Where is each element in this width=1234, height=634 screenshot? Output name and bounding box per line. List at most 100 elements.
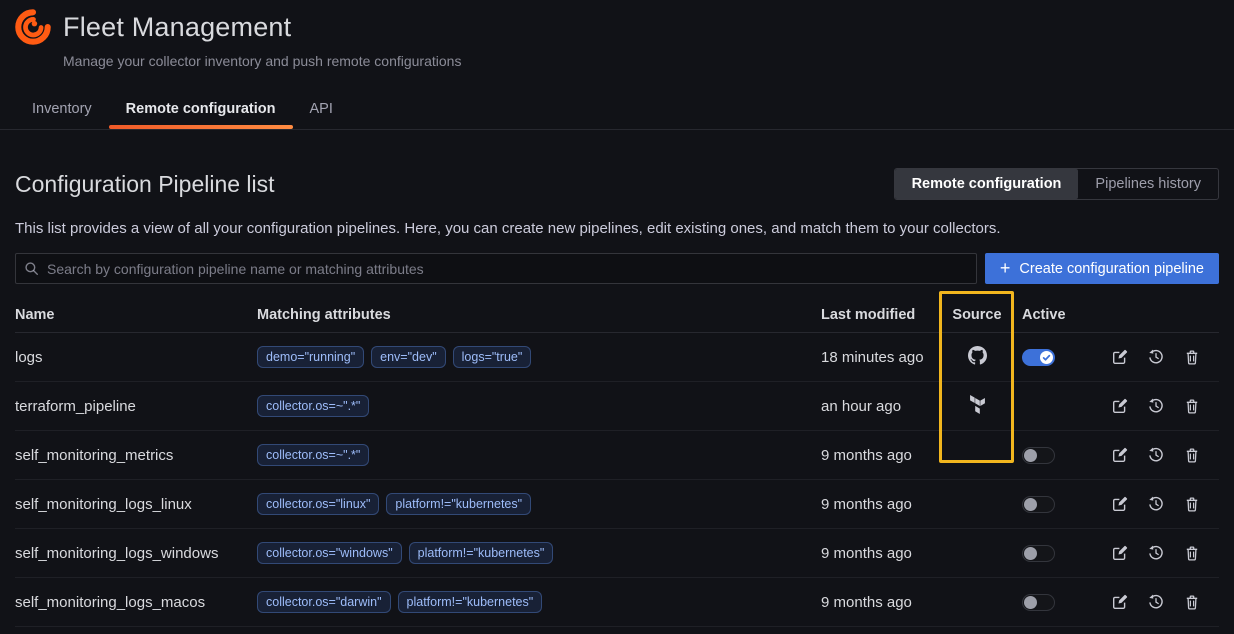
edit-button[interactable] — [1112, 398, 1128, 414]
column-header-last-modified: Last modified — [821, 307, 941, 323]
toggle-knob — [1024, 498, 1037, 511]
terraform-icon — [968, 395, 987, 414]
history-icon — [1148, 398, 1164, 414]
pipeline-name: self_monitoring_logs_linux — [15, 496, 257, 513]
pipeline-name: logs — [15, 349, 257, 366]
row-actions — [1112, 496, 1219, 512]
delete-button[interactable] — [1184, 496, 1200, 512]
toggle-placeholder — [1022, 398, 1055, 415]
last-modified: 18 minutes ago — [821, 349, 941, 366]
matching-attributes: demo="running"env="dev"logs="true" — [257, 346, 821, 368]
trash-icon — [1184, 594, 1200, 610]
trash-icon — [1184, 545, 1200, 561]
history-button[interactable] — [1148, 545, 1164, 561]
edit-icon — [1112, 594, 1128, 610]
column-header-source: Source — [952, 307, 1001, 323]
history-icon — [1148, 447, 1164, 463]
matching-attributes: collector.os=~".*" — [257, 395, 821, 417]
attribute-badge: platform!="kubernetes" — [386, 493, 531, 515]
table-row: self_monitoring_logs_macoscollector.os="… — [15, 578, 1219, 627]
tab-bar: Inventory Remote configuration API — [0, 92, 1234, 130]
active-cell — [1013, 594, 1219, 611]
delete-button[interactable] — [1184, 349, 1200, 365]
active-cell — [1013, 447, 1219, 464]
active-toggle[interactable] — [1022, 447, 1055, 464]
edit-icon — [1112, 398, 1128, 414]
delete-button[interactable] — [1184, 398, 1200, 414]
table-row: self_monitoring_metricscollector.os=~".*… — [15, 431, 1219, 480]
matching-attributes: collector.os=~".*" — [257, 444, 821, 466]
search-icon — [24, 261, 39, 276]
table-header-row: Name Matching attributes Last modified S… — [15, 298, 1219, 333]
history-icon — [1148, 545, 1164, 561]
page-subtitle: Manage your collector inventory and push… — [63, 53, 1219, 69]
source-cell — [968, 346, 987, 368]
tab-remote-configuration[interactable]: Remote configuration — [109, 92, 293, 129]
edit-button[interactable] — [1112, 447, 1128, 463]
table-body: logsdemo="running"env="dev"logs="true"18… — [15, 333, 1219, 627]
edit-button[interactable] — [1112, 594, 1128, 610]
tab-inventory[interactable]: Inventory — [15, 92, 109, 129]
active-toggle[interactable] — [1022, 496, 1055, 513]
history-icon — [1148, 496, 1164, 512]
column-header-matching-attributes: Matching attributes — [257, 307, 821, 323]
search-input[interactable] — [15, 253, 977, 284]
pipeline-name: self_monitoring_metrics — [15, 447, 257, 464]
attribute-badge: platform!="kubernetes" — [398, 591, 543, 613]
check-icon — [1042, 353, 1051, 362]
active-toggle[interactable] — [1022, 545, 1055, 562]
trash-icon — [1184, 398, 1200, 414]
table-row: self_monitoring_logs_linuxcollector.os="… — [15, 480, 1219, 529]
row-actions — [1112, 398, 1219, 414]
edit-button[interactable] — [1112, 496, 1128, 512]
edit-icon — [1112, 545, 1128, 561]
history-button[interactable] — [1148, 398, 1164, 414]
edit-button[interactable] — [1112, 545, 1128, 561]
view-toggle-remote-configuration[interactable]: Remote configuration — [895, 169, 1079, 199]
view-toggle-group: Remote configuration Pipelines history — [894, 168, 1219, 200]
trash-icon — [1184, 496, 1200, 512]
history-icon — [1148, 349, 1164, 365]
delete-button[interactable] — [1184, 594, 1200, 610]
tab-api[interactable]: API — [293, 92, 350, 129]
table-row: terraform_pipelinecollector.os=~".*"an h… — [15, 382, 1219, 431]
attribute-badge: collector.os=~".*" — [257, 444, 369, 466]
history-button[interactable] — [1148, 349, 1164, 365]
active-toggle[interactable] — [1022, 594, 1055, 611]
fleet-management-page: Fleet Management Manage your collector i… — [0, 0, 1234, 634]
column-header-name: Name — [15, 307, 257, 323]
last-modified: 9 months ago — [821, 545, 941, 562]
matching-attributes: collector.os="windows"platform!="kuberne… — [257, 542, 821, 564]
history-button[interactable] — [1148, 496, 1164, 512]
edit-icon — [1112, 496, 1128, 512]
last-modified: 9 months ago — [821, 496, 941, 513]
last-modified: 9 months ago — [821, 594, 941, 611]
delete-button[interactable] — [1184, 545, 1200, 561]
history-icon — [1148, 594, 1164, 610]
edit-icon — [1112, 349, 1128, 365]
toggle-knob — [1024, 449, 1037, 462]
edit-button[interactable] — [1112, 349, 1128, 365]
pipeline-name: terraform_pipeline — [15, 398, 257, 415]
attribute-badge: demo="running" — [257, 346, 364, 368]
page-title: Fleet Management — [63, 12, 291, 43]
history-button[interactable] — [1148, 447, 1164, 463]
create-button-label: Create configuration pipeline — [1019, 261, 1204, 277]
last-modified: an hour ago — [821, 398, 941, 415]
create-configuration-pipeline-button[interactable]: + Create configuration pipeline — [985, 253, 1219, 284]
delete-button[interactable] — [1184, 447, 1200, 463]
row-actions — [1112, 447, 1219, 463]
matching-attributes: collector.os="linux" platform!="kubernete… — [257, 493, 821, 515]
page-header: Fleet Management Manage your collector i… — [0, 0, 1234, 69]
toggle-knob — [1024, 547, 1037, 560]
attribute-badge: env="dev" — [371, 346, 445, 368]
attribute-badge: collector.os="windows" — [257, 542, 402, 564]
view-toggle-pipelines-history[interactable]: Pipelines history — [1078, 169, 1218, 199]
active-toggle[interactable] — [1022, 349, 1055, 366]
table-row: logsdemo="running"env="dev"logs="true"18… — [15, 333, 1219, 382]
active-cell — [1013, 496, 1219, 513]
history-button[interactable] — [1148, 594, 1164, 610]
edit-icon — [1112, 447, 1128, 463]
attribute-badge: collector.os="linux" — [257, 493, 379, 515]
attribute-badge: collector.os="darwin" — [257, 591, 391, 613]
